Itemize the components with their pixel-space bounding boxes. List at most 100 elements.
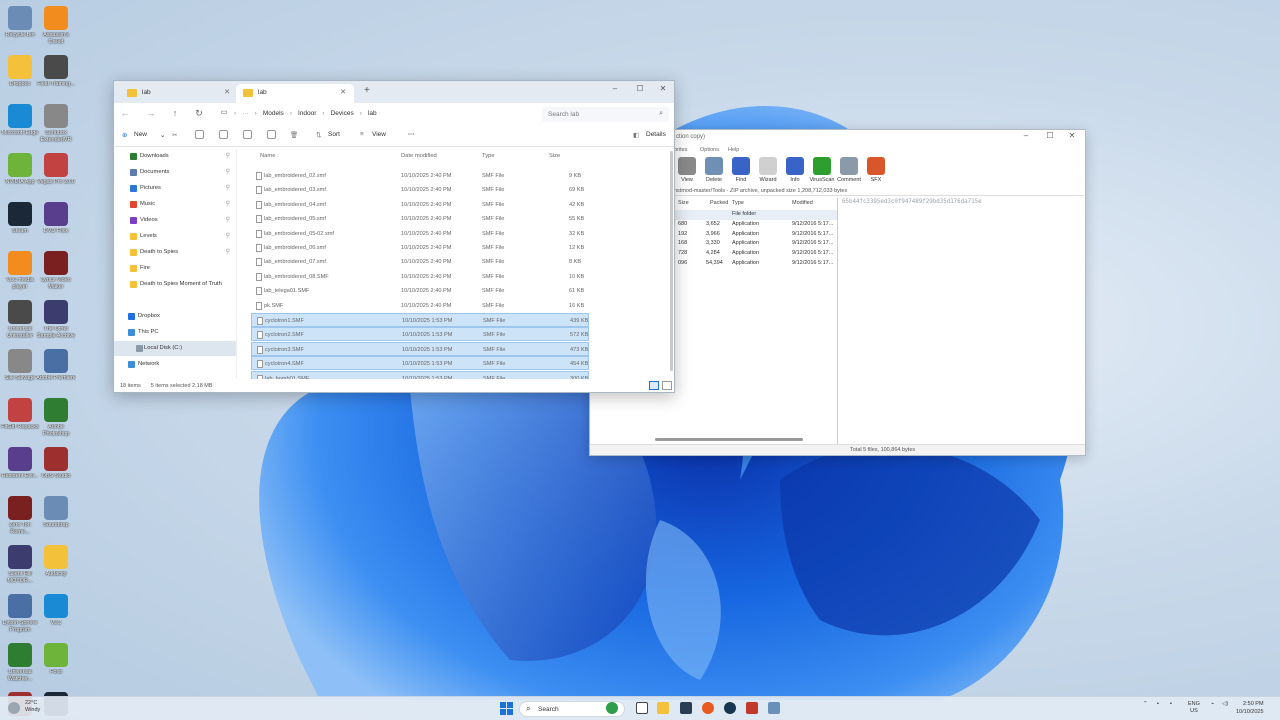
archive-maximize-button[interactable]: ☐ [1039, 131, 1061, 140]
file-row[interactable]: cyclotron3.SMF 10/10/2025 1:53 PM SMF File… [251, 341, 589, 356]
archive-row[interactable]: 096 54,394 Application 9/12/2016 5:17... [650, 259, 837, 269]
desktop-shortcut[interactable]: Microsoft Edge [0, 102, 40, 151]
search-input[interactable]: Search lab ⌕ [542, 107, 669, 122]
desktop-shortcut[interactable]: Dyson Sphere Program [0, 592, 40, 641]
desktop-shortcut[interactable]: Silk Salvage [0, 347, 40, 396]
copy-icon[interactable] [195, 130, 204, 139]
desktop-shortcut[interactable]: Vegas Pro 20.0 [36, 151, 76, 200]
details-button[interactable]: Details [646, 131, 666, 138]
file-row[interactable]: pk.SMF 10/10/2025 2:40 PM SMF File 16 KB [251, 299, 589, 313]
desktop-shortcut[interactable]: Universal Watcher... [0, 641, 40, 690]
column-size[interactable]: Size [549, 153, 560, 159]
close-icon[interactable]: ✕ [224, 88, 230, 96]
file-row[interactable]: lab_embroidered_03.smf 10/10/2025 2:40 PM… [251, 183, 589, 197]
desktop-shortcut[interactable]: Adobe Premiere [36, 347, 76, 396]
archive-hscrollbar[interactable] [655, 438, 803, 441]
toolbar-delete-button[interactable]: Delete [701, 157, 727, 183]
column-name[interactable]: Name [260, 153, 275, 159]
game-app-icon[interactable] [746, 702, 758, 714]
file-explorer-icon[interactable] [657, 702, 669, 714]
desktop-shortcut[interactable]: OBS Studio [36, 445, 76, 494]
nav-item[interactable]: Documents ⚲ [114, 165, 236, 180]
toolbar-view-button[interactable]: View [674, 157, 700, 183]
volume-icon[interactable]: ◁) [1222, 701, 1228, 707]
nav-item[interactable]: Pictures ⚲ [114, 181, 236, 196]
desktop-shortcut[interactable]: Soundtrap [36, 494, 76, 543]
archive-row[interactable]: 728 4,284 Application 9/12/2016 5:17... [650, 249, 837, 259]
details-view-icon[interactable] [649, 381, 659, 390]
archive-row[interactable]: 168 3,330 Application 9/12/2016 5:17... [650, 239, 837, 249]
archiver-icon[interactable] [768, 702, 780, 714]
archive-minimize-button[interactable]: – [1015, 131, 1037, 140]
file-row[interactable]: lab_embroidered_06.smf 10/10/2025 2:40 PM… [251, 241, 589, 255]
file-row[interactable]: lab_telega01.SMF 10/10/2025 2:40 PM SMF Fi… [251, 284, 589, 298]
nav-item[interactable]: Downloads ⚲ [114, 149, 236, 164]
refresh-icon[interactable]: ↻ [192, 108, 206, 119]
desktop-shortcut[interactable]: Audacity [36, 543, 76, 592]
desktop-shortcut[interactable]: DVD Flick [36, 200, 76, 249]
sort-button[interactable]: Sort [328, 131, 340, 138]
archive-row[interactable]: 680 3,652 Application 9/12/2016 5:17... [650, 220, 837, 230]
col-modified[interactable]: Modified [792, 200, 813, 206]
file-row[interactable]: lab_bomb01.SMF 10/10/2025 1:53 PM SMF File… [251, 370, 589, 379]
desktop-shortcut[interactable]: The Other Sample Archive [36, 298, 76, 347]
task-view-icon[interactable] [636, 702, 648, 714]
forward-arrow-icon[interactable]: → [144, 108, 158, 118]
nav-item[interactable]: Local Disk (C:) [114, 341, 236, 356]
clock[interactable]: 2:50 PM 10/10/2025 [1236, 700, 1264, 716]
weather-icon[interactable] [8, 702, 20, 714]
dropdown-chevron-icon[interactable]: ⌄ [160, 131, 165, 139]
toolbar-wizard-button[interactable]: Wizard [755, 157, 781, 183]
desktop-shortcut[interactable]: Foxit [36, 641, 76, 690]
column-date[interactable]: Date modified [401, 153, 437, 159]
breadcrumb-indoor[interactable]: Indoor [298, 110, 316, 117]
overflow-icon[interactable]: ··· [242, 110, 249, 117]
weather-widget[interactable]: 22°C Windy [25, 700, 40, 714]
nav-item[interactable]: Fire [114, 261, 236, 276]
desktop-shortcut[interactable]: Universal Uninstaller [0, 298, 40, 347]
nav-item[interactable]: Death to Spies Moment of Truth [114, 277, 236, 292]
paste-icon[interactable] [219, 130, 228, 139]
new-tab-button[interactable]: + [364, 85, 370, 96]
archive-row[interactable]: 192 3,966 Application 9/12/2016 5:17... [650, 230, 837, 240]
language-indicator[interactable]: ENG US [1188, 701, 1200, 715]
toolbar-info-button[interactable]: Info [782, 157, 808, 183]
tab-lab-2[interactable]: lab ✕ [236, 84, 354, 103]
nav-item[interactable]: Network [114, 357, 236, 372]
desktop-shortcut[interactable]: Assassin's Creed [36, 4, 76, 53]
desktop-shortcut[interactable]: Dropbox [0, 53, 40, 102]
share-icon[interactable] [267, 130, 276, 139]
desktop-shortcut[interactable]: VLC media player [0, 249, 40, 298]
store-icon[interactable] [680, 702, 692, 714]
more-options-icon[interactable]: ··· [408, 131, 415, 138]
desktop-shortcut[interactable]: FitGirl Repacks [0, 396, 40, 445]
file-row[interactable]: cyclotron1.SMF 10/10/2025 1:53 PM SMF File… [251, 313, 589, 327]
desktop-shortcut[interactable]: Field Training... [36, 53, 76, 102]
nav-item[interactable]: Death to Spies ⚲ [114, 245, 236, 260]
new-button[interactable]: New [134, 131, 147, 138]
desktop-shortcut[interactable]: Recycle Bin [0, 4, 40, 53]
close-icon[interactable]: ✕ [340, 88, 346, 96]
nav-item[interactable]: This PC [114, 325, 236, 340]
col-size[interactable]: Size [678, 200, 689, 206]
tab-lab-1[interactable]: lab ✕ [120, 84, 238, 103]
breadcrumb-lab[interactable]: lab [368, 110, 377, 117]
toolbar-find-button[interactable]: Find [728, 157, 754, 183]
windows-start-icon[interactable] [500, 702, 513, 715]
toolbar-comment-button[interactable]: Comment [836, 157, 862, 183]
breadcrumb-devices[interactable]: Devices [331, 110, 354, 117]
up-arrow-icon[interactable]: ↑ [168, 108, 182, 118]
desktop-shortcut[interactable]: Sandbox ExtendedVR [36, 102, 76, 151]
cut-icon[interactable]: ✂ [172, 131, 177, 139]
nav-item[interactable]: Dropbox [114, 309, 236, 324]
desktop-shortcut[interactable]: Silent Hill MOTOR... [0, 543, 40, 592]
menu-options[interactable]: Options [700, 147, 719, 153]
menu-favorites[interactable]: orites [674, 147, 687, 153]
steam-icon[interactable] [724, 702, 736, 714]
file-row[interactable]: lab_embroidered_05.smf 10/10/2025 2:40 PM… [251, 212, 589, 226]
file-row[interactable]: lab_embroidered_08.SMF 10/10/2025 2:40 PM… [251, 270, 589, 284]
col-type[interactable]: Type [732, 200, 744, 206]
copilot-icon[interactable] [606, 702, 618, 714]
file-row[interactable]: lab_embroidered_04.smf 10/10/2025 2:40 PM… [251, 198, 589, 212]
monitor-icon[interactable]: ▭ [217, 108, 231, 116]
